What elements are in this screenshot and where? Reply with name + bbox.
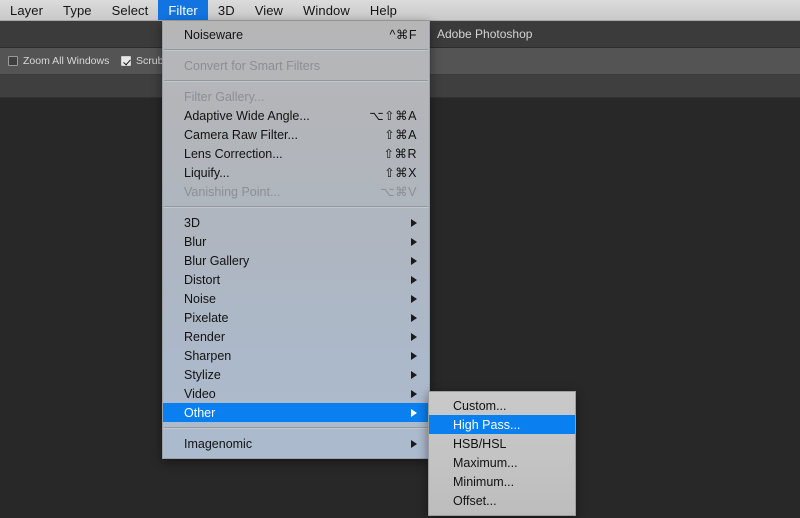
filter-menu-item-label: Stylize bbox=[184, 367, 221, 382]
filter-menu-item-label: Video bbox=[184, 386, 216, 401]
menubar-item-filter[interactable]: Filter bbox=[158, 0, 208, 20]
submenu-arrow-icon bbox=[411, 275, 417, 284]
menu-separator bbox=[164, 49, 428, 51]
submenu-arrow-icon bbox=[411, 408, 417, 417]
filter-menu-item-label: Liquify... bbox=[184, 165, 230, 180]
menubar-item-layer[interactable]: Layer bbox=[0, 0, 53, 20]
filter-menu-item-shortcut: ^⌘F bbox=[389, 28, 417, 42]
other-submenu-item-high-pass[interactable]: High Pass... bbox=[429, 415, 575, 434]
filter-menu-item-label: Sharpen bbox=[184, 348, 232, 363]
filter-menu-item-stylize[interactable]: Stylize bbox=[163, 365, 429, 384]
filter-menu-item-label: Vanishing Point... bbox=[184, 184, 281, 199]
filter-menu-item-shortcut: ⇧⌘A bbox=[384, 128, 417, 142]
filter-menu-item-liquify[interactable]: Liquify... ⇧⌘X bbox=[163, 163, 429, 182]
filter-menu-item-shortcut: ⌥⇧⌘A bbox=[369, 109, 417, 123]
filter-menu-item-noiseware[interactable]: Noiseware ^⌘F bbox=[163, 25, 429, 44]
other-submenu-item-maximum[interactable]: Maximum... bbox=[429, 453, 575, 472]
other-submenu-item-label: Minimum... bbox=[453, 474, 515, 489]
other-submenu-item-label: Offset... bbox=[453, 493, 497, 508]
filter-menu-item-lens-correction[interactable]: Lens Correction... ⇧⌘R bbox=[163, 144, 429, 163]
filter-menu-item-3d[interactable]: 3D bbox=[163, 213, 429, 232]
menu-bar: Layer Type Select Filter 3D View Window Help bbox=[0, 0, 800, 21]
other-submenu-item-label: Maximum... bbox=[453, 455, 518, 470]
submenu-arrow-icon bbox=[411, 218, 417, 227]
filter-menu-item-shortcut: ⇧⌘R bbox=[383, 147, 417, 161]
filter-menu-item-label: Filter Gallery... bbox=[184, 89, 265, 104]
submenu-arrow-icon bbox=[411, 370, 417, 379]
submenu-arrow-icon bbox=[411, 351, 417, 360]
other-submenu-item-hsb-hsl[interactable]: HSB/HSL bbox=[429, 434, 575, 453]
menu-separator bbox=[164, 427, 428, 429]
filter-menu-item-label: Noiseware bbox=[184, 27, 244, 42]
filter-menu-item-vanishing-point: Vanishing Point... ⌥⌘V bbox=[163, 182, 429, 201]
submenu-arrow-icon bbox=[411, 256, 417, 265]
filter-menu-item-imagenomic[interactable]: Imagenomic bbox=[163, 434, 429, 453]
submenu-arrow-icon bbox=[411, 313, 417, 322]
photoshop-window: Layer Type Select Filter 3D View Window Help Ad… bbox=[0, 0, 800, 518]
menubar-item-label: View bbox=[254, 2, 284, 18]
filter-menu-item-label: Blur bbox=[184, 234, 207, 249]
filter-menu-item-distort[interactable]: Distort bbox=[163, 270, 429, 289]
menu-separator bbox=[164, 206, 428, 208]
menubar-item-view[interactable]: View bbox=[245, 0, 293, 20]
zoom-all-windows-label: Zoom All Windows bbox=[23, 55, 110, 67]
menubar-item-label: Filter bbox=[168, 2, 198, 18]
zoom-all-windows-option[interactable]: Zoom All Windows bbox=[8, 55, 109, 67]
filter-menu-item-blur-gallery[interactable]: Blur Gallery bbox=[163, 251, 429, 270]
filter-menu-item-adaptive-wide-angle[interactable]: Adaptive Wide Angle... ⌥⇧⌘A bbox=[163, 106, 429, 125]
filter-menu-item-convert-for-smart-filters: Convert for Smart Filters bbox=[163, 56, 429, 75]
menubar-item-label: Help bbox=[369, 2, 398, 18]
filter-menu-item-pixelate[interactable]: Pixelate bbox=[163, 308, 429, 327]
filter-menu-item-label: Adaptive Wide Angle... bbox=[184, 108, 310, 123]
menubar-item-select[interactable]: Select bbox=[102, 0, 159, 20]
filter-menu-item-label: Convert for Smart Filters bbox=[184, 58, 321, 73]
submenu-arrow-icon bbox=[411, 294, 417, 303]
filter-menu-item-other[interactable]: Other bbox=[163, 403, 429, 422]
menubar-item-help[interactable]: Help bbox=[360, 0, 407, 20]
filter-menu-item-label: Pixelate bbox=[184, 310, 229, 325]
submenu-arrow-icon bbox=[411, 332, 417, 341]
menubar-item-window[interactable]: Window bbox=[293, 0, 360, 20]
other-submenu-item-label: Custom... bbox=[453, 398, 507, 413]
other-submenu-item-label: HSB/HSL bbox=[453, 436, 507, 451]
filter-menu-item-shortcut: ⇧⌘X bbox=[384, 166, 417, 180]
menubar-item-label: 3D bbox=[217, 2, 235, 18]
filter-menu-item-sharpen[interactable]: Sharpen bbox=[163, 346, 429, 365]
submenu-arrow-icon bbox=[411, 237, 417, 246]
zoom-all-windows-checkbox[interactable] bbox=[8, 56, 18, 66]
filter-menu-item-label: Distort bbox=[184, 272, 221, 287]
filter-menu-item-label: 3D bbox=[184, 215, 200, 230]
other-submenu: Custom... High Pass... HSB/HSL Maximum... Mi… bbox=[428, 391, 576, 516]
filter-menu-item-render[interactable]: Render bbox=[163, 327, 429, 346]
filter-dropdown-menu: Noiseware ^⌘F Convert for Smart Filters Fil… bbox=[162, 21, 430, 459]
filter-menu-item-label: Camera Raw Filter... bbox=[184, 127, 298, 142]
application-title: Adobe Photoshop bbox=[437, 27, 533, 41]
filter-menu-item-noise[interactable]: Noise bbox=[163, 289, 429, 308]
filter-menu-item-label: Imagenomic bbox=[184, 436, 253, 451]
filter-menu-item-label: Blur Gallery bbox=[184, 253, 250, 268]
menu-separator bbox=[164, 80, 428, 82]
other-submenu-item-custom[interactable]: Custom... bbox=[429, 396, 575, 415]
menubar-item-type[interactable]: Type bbox=[53, 0, 102, 20]
filter-menu-item-label: Render bbox=[184, 329, 225, 344]
filter-menu-item-video[interactable]: Video bbox=[163, 384, 429, 403]
submenu-arrow-icon bbox=[411, 439, 417, 448]
other-submenu-item-offset[interactable]: Offset... bbox=[429, 491, 575, 510]
menubar-item-label: Layer bbox=[10, 2, 44, 18]
filter-menu-item-shortcut: ⌥⌘V bbox=[380, 185, 417, 199]
filter-menu-item-blur[interactable]: Blur bbox=[163, 232, 429, 251]
filter-menu-item-filter-gallery: Filter Gallery... bbox=[163, 87, 429, 106]
filter-menu-item-label: Lens Correction... bbox=[184, 146, 283, 161]
scrubby-zoom-checkbox[interactable] bbox=[121, 56, 131, 66]
filter-menu-item-label: Noise bbox=[184, 291, 216, 306]
menubar-item-label: Window bbox=[303, 2, 350, 18]
filter-menu-item-label: Other bbox=[184, 405, 216, 420]
menubar-item-3d[interactable]: 3D bbox=[208, 0, 245, 20]
filter-menu-item-camera-raw-filter[interactable]: Camera Raw Filter... ⇧⌘A bbox=[163, 125, 429, 144]
menubar-item-label: Type bbox=[63, 2, 92, 18]
other-submenu-item-label: High Pass... bbox=[453, 417, 521, 432]
submenu-arrow-icon bbox=[411, 389, 417, 398]
other-submenu-item-minimum[interactable]: Minimum... bbox=[429, 472, 575, 491]
menubar-item-label: Select bbox=[111, 2, 149, 18]
